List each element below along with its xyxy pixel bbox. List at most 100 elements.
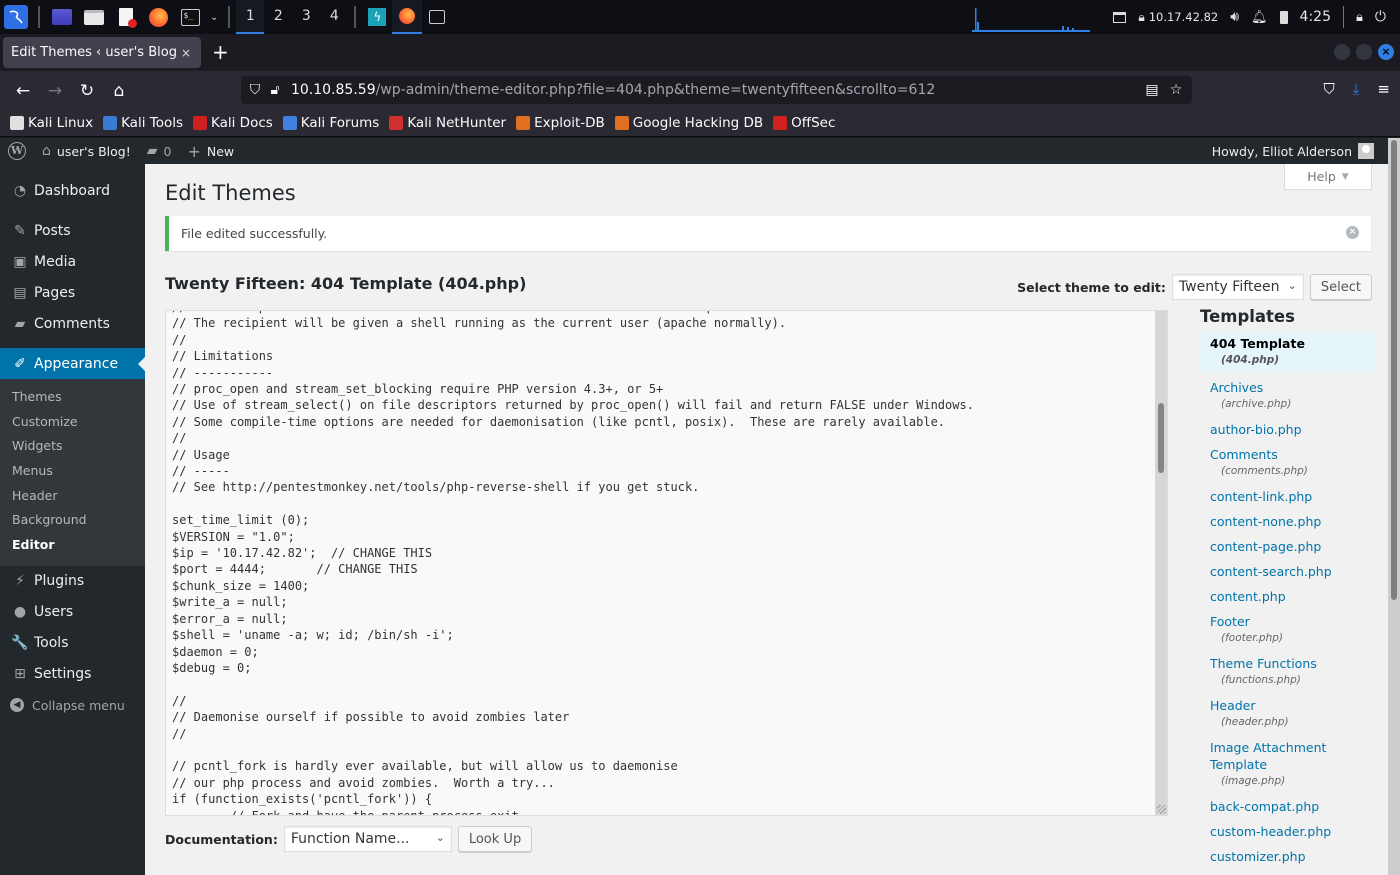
- editor-scrollbar[interactable]: [1155, 311, 1167, 815]
- template-item[interactable]: 404 Template (404.php): [1200, 331, 1375, 373]
- tab-close-icon[interactable]: ×: [177, 46, 195, 60]
- kali-menu-icon[interactable]: [4, 5, 28, 29]
- close-window-button[interactable]: ×: [1378, 44, 1394, 60]
- template-item[interactable]: author-bio.php: [1200, 417, 1375, 442]
- template-item[interactable]: Footer (footer.php): [1200, 609, 1375, 651]
- template-item[interactable]: Image Attachment Template (image.php): [1200, 735, 1375, 794]
- terminal-launcher-icon[interactable]: $_: [178, 5, 202, 29]
- look-up-button[interactable]: Look Up: [457, 826, 533, 852]
- notification-bell-icon[interactable]: 🔔︎: [1251, 10, 1268, 25]
- help-tab-button[interactable]: Help ▼: [1284, 164, 1372, 190]
- template-item[interactable]: custom-header.php: [1200, 819, 1375, 844]
- sidebar-item-dashboard[interactable]: ◔ Dashboard: [0, 175, 145, 206]
- code-editor-textarea[interactable]: // This script will make an outbound TCP…: [165, 310, 1168, 816]
- sidebar-item-appearance[interactable]: ✐ Appearance: [0, 348, 145, 379]
- template-item[interactable]: Archives (archive.php): [1200, 375, 1375, 417]
- site-name-link[interactable]: ⌂ user's Blog!: [34, 138, 139, 164]
- submenu-item-header[interactable]: Header: [0, 484, 145, 509]
- vpn-lock-icon[interactable]: 🔒︎: [1138, 10, 1144, 25]
- sidebar-item-users[interactable]: ● Users: [0, 597, 145, 628]
- launcher-dropdown-icon[interactable]: ⌄: [210, 12, 218, 23]
- firefox-launcher-icon[interactable]: [146, 5, 170, 29]
- new-content-link[interactable]: + New: [179, 138, 242, 164]
- text-editor-icon[interactable]: [114, 5, 138, 29]
- tracking-shield-icon[interactable]: ⛉: [245, 82, 265, 98]
- sidebar-item-pages[interactable]: ▤ Pages: [0, 277, 145, 308]
- bookmark-label: Kali Linux: [28, 114, 94, 131]
- pocket-icon[interactable]: ⛉: [1324, 80, 1335, 98]
- submenu-item-editor[interactable]: Editor: [0, 533, 145, 558]
- battery-icon[interactable]: [1279, 10, 1288, 24]
- minimize-button[interactable]: [1334, 44, 1350, 60]
- submenu-item-widgets[interactable]: Widgets: [0, 434, 145, 459]
- window-list-icon[interactable]: [1113, 11, 1127, 23]
- template-item[interactable]: content.php: [1200, 584, 1375, 609]
- sidebar-item-plugins[interactable]: ⚡ Plugins: [0, 566, 145, 597]
- browser-tab[interactable]: Edit Themes ‹ user's Blog! — ×: [3, 37, 201, 68]
- submenu-item-customize[interactable]: Customize: [0, 410, 145, 435]
- new-tab-button[interactable]: +: [212, 42, 229, 62]
- taskbar-app-firefox[interactable]: [392, 0, 423, 34]
- workspace-3[interactable]: 3: [292, 0, 320, 34]
- my-account-menu[interactable]: Howdy, Elliot Alderson: [1212, 138, 1374, 164]
- bookmark-item[interactable]: OffSec: [773, 115, 835, 131]
- maximize-button[interactable]: [1356, 44, 1372, 60]
- wp-logo-menu[interactable]: W: [0, 138, 34, 164]
- taskbar-app-burp[interactable]: ϟ: [362, 0, 392, 34]
- file-manager-icon[interactable]: [82, 5, 106, 29]
- downloads-icon[interactable]: ⤓: [1353, 80, 1360, 98]
- bookmark-star-icon[interactable]: ☆: [1166, 82, 1186, 98]
- sidebar-item-media[interactable]: ▣ Media: [0, 246, 145, 277]
- editor-scroll-thumb[interactable]: [1158, 403, 1164, 473]
- lock-screen-icon[interactable]: 🔒︎: [1356, 10, 1363, 25]
- template-item[interactable]: content-link.php: [1200, 484, 1375, 509]
- forward-button[interactable]: →: [44, 80, 66, 102]
- sidebar-item-comments[interactable]: ▰ Comments: [0, 308, 145, 339]
- insecure-lock-icon[interactable]: 🔓︎: [265, 82, 285, 98]
- page-scrollbar[interactable]: [1388, 138, 1400, 875]
- select-theme-button[interactable]: Select: [1309, 274, 1372, 300]
- show-desktop-icon[interactable]: [50, 5, 74, 29]
- theme-select-dropdown[interactable]: Twenty Fifteen ⌄: [1171, 274, 1304, 300]
- home-button[interactable]: ⌂: [108, 80, 130, 102]
- bookmark-item[interactable]: Kali NetHunter: [389, 115, 506, 131]
- template-item[interactable]: Comments (comments.php): [1200, 442, 1375, 484]
- code-line: // See http://pentestmonkey.net/tools/ph…: [172, 480, 700, 495]
- submenu-item-themes[interactable]: Themes: [0, 385, 145, 410]
- template-item[interactable]: content-search.php: [1200, 559, 1375, 584]
- submenu-item-menus[interactable]: Menus: [0, 459, 145, 484]
- template-item[interactable]: Theme Functions (functions.php): [1200, 651, 1375, 693]
- bookmark-item[interactable]: Exploit-DB: [516, 115, 605, 131]
- submenu-item-background[interactable]: Background: [0, 508, 145, 533]
- taskbar-app-terminal[interactable]: [422, 0, 452, 34]
- function-name-dropdown[interactable]: Function Name... ⌄: [283, 826, 452, 852]
- workspace-2[interactable]: 2: [264, 0, 292, 34]
- workspace-4[interactable]: 4: [320, 0, 348, 34]
- collapse-menu-button[interactable]: ◀ Collapse menu: [0, 690, 145, 721]
- sidebar-item-posts[interactable]: ✎ Posts: [0, 215, 145, 246]
- url-bar[interactable]: ⛉ 🔓︎ 10.10.85.59 /wp-admin/theme-editor.…: [241, 76, 1192, 104]
- bookmark-item[interactable]: Kali Forums: [282, 115, 379, 131]
- template-item[interactable]: content-page.php: [1200, 534, 1375, 559]
- reader-view-icon[interactable]: ▤: [1142, 82, 1162, 98]
- comments-link[interactable]: ▰ 0: [139, 138, 180, 164]
- logout-icon[interactable]: ⏻: [1375, 9, 1386, 25]
- template-item[interactable]: Header (header.php): [1200, 693, 1375, 735]
- page-scroll-thumb[interactable]: [1391, 140, 1397, 600]
- back-button[interactable]: ←: [12, 80, 34, 102]
- bookmark-item[interactable]: Kali Docs: [193, 115, 273, 131]
- bookmark-item[interactable]: Google Hacking DB: [614, 115, 763, 131]
- workspace-1[interactable]: 1: [236, 0, 265, 34]
- app-menu-icon[interactable]: ≡: [1377, 80, 1390, 98]
- volume-icon[interactable]: 🔊︎: [1230, 9, 1239, 25]
- resize-handle-icon[interactable]: [1157, 805, 1166, 814]
- bookmark-item[interactable]: Kali Tools: [103, 115, 183, 131]
- template-item[interactable]: back-compat.php: [1200, 794, 1375, 819]
- template-item[interactable]: content-none.php: [1200, 509, 1375, 534]
- sidebar-item-settings[interactable]: ⊞ Settings: [0, 659, 145, 690]
- bookmark-item[interactable]: Kali Linux: [10, 115, 93, 131]
- template-item[interactable]: customizer.php: [1200, 844, 1375, 869]
- reload-button[interactable]: ↻: [76, 80, 98, 102]
- dismiss-notice-icon[interactable]: ×: [1346, 226, 1359, 239]
- sidebar-item-tools[interactable]: 🔧 Tools: [0, 628, 145, 659]
